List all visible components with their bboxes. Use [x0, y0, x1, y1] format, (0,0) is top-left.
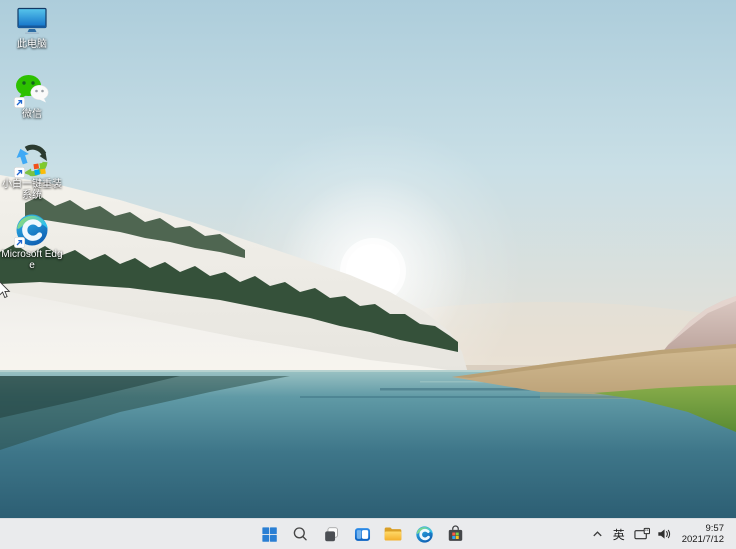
network-icon — [634, 527, 650, 540]
quick-settings-button[interactable] — [631, 521, 676, 547]
desktop-icons-column: 此电脑 微信 小白一键重装系统 Microsoft Edge — [0, 2, 64, 282]
windows-11-desktop: 此电脑 微信 小白一键重装系统 Microsoft Edge 英 9:57 20… — [0, 0, 736, 549]
edge-taskbar-button[interactable] — [410, 521, 438, 547]
taskbar-center-icons — [255, 519, 469, 549]
task-view-icon — [324, 526, 338, 541]
chevron-up-icon — [593, 530, 602, 536]
search-button[interactable] — [286, 521, 314, 547]
microsoft-store-icon — [448, 524, 462, 541]
widgets-button[interactable] — [348, 521, 376, 547]
ime-indicator[interactable]: 英 — [610, 521, 628, 547]
start-button[interactable] — [255, 521, 283, 547]
clock[interactable]: 9:57 2021/7/12 — [679, 521, 727, 547]
microsoft-store-button[interactable] — [441, 521, 469, 547]
this-pc-icon — [17, 7, 47, 34]
file-explorer-icon — [384, 527, 402, 541]
mouse-cursor — [0, 281, 11, 299]
windows-start-icon — [261, 526, 277, 542]
system-tray: 英 9:57 2021/7/12 — [588, 519, 736, 549]
desktop-icon-label: 此电脑 — [17, 39, 47, 50]
tray-overflow-button[interactable] — [588, 521, 607, 547]
clock-date: 2021/7/12 — [681, 534, 724, 545]
edge-icon — [415, 525, 433, 543]
clock-time: 9:57 — [705, 523, 725, 534]
desktop-icon-label: Microsoft Edge — [1, 249, 63, 271]
desktop-icon-microsoft-edge[interactable]: Microsoft Edge — [0, 212, 64, 282]
desktop-icon-wechat[interactable]: 微信 — [0, 72, 64, 142]
desktop-icon-this-pc[interactable]: 此电脑 — [0, 2, 64, 72]
task-view-button[interactable] — [317, 521, 345, 547]
shortcut-arrow-icon — [14, 167, 25, 178]
search-icon — [293, 526, 307, 540]
desktop-icon-label: 微信 — [22, 109, 42, 120]
shortcut-arrow-icon — [14, 97, 25, 108]
file-explorer-button[interactable] — [379, 521, 407, 547]
desktop-icon-label: 小白一键重装系统 — [2, 179, 62, 201]
desktop-wallpaper — [0, 0, 736, 519]
shortcut-arrow-icon — [14, 237, 25, 248]
volume-icon — [658, 529, 670, 539]
taskbar: 英 9:57 2021/7/12 — [0, 518, 736, 549]
desktop-icon-xiaobai-reinstall[interactable]: 小白一键重装系统 — [0, 142, 64, 212]
widgets-icon — [354, 527, 370, 541]
